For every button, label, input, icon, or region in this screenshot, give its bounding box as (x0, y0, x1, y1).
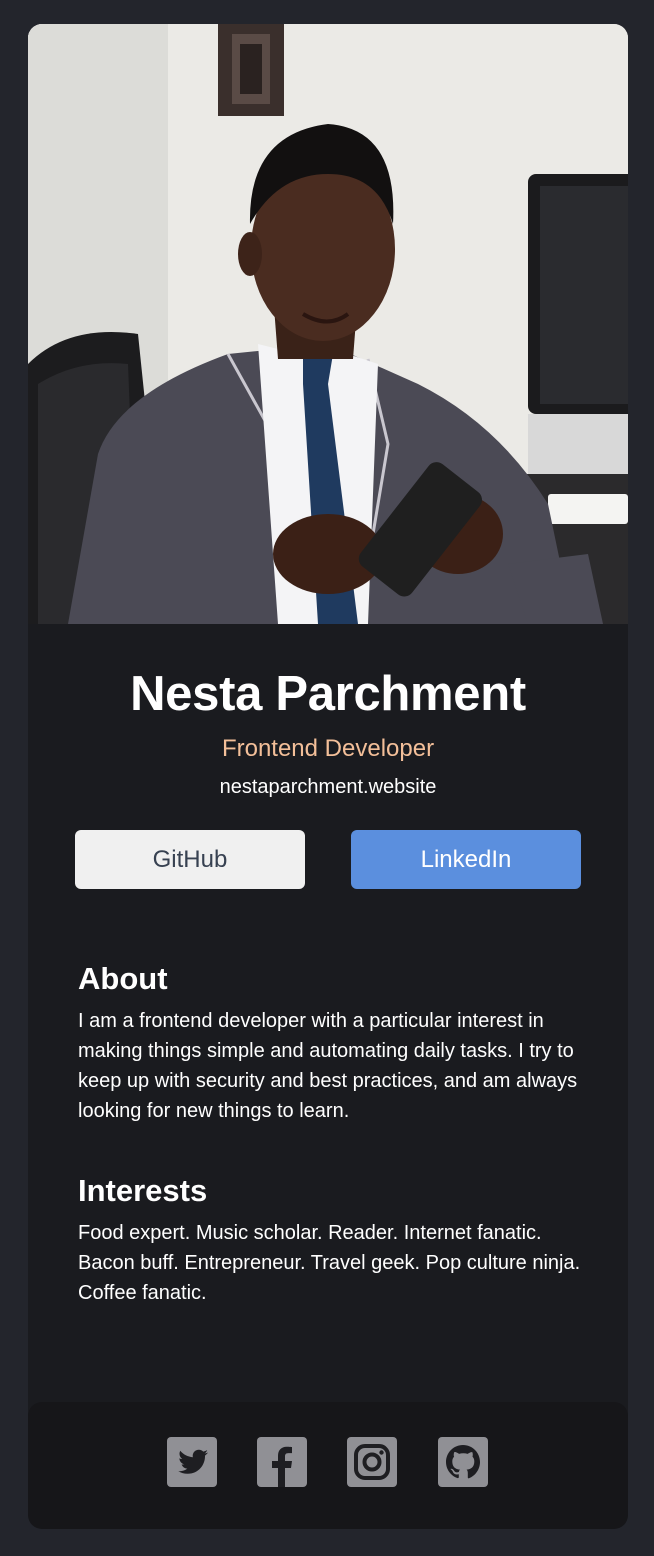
about-text: I am a frontend developer with a particu… (78, 1010, 578, 1122)
social-footer (28, 1402, 628, 1529)
instagram-icon[interactable] (347, 1437, 397, 1487)
profile-photo (28, 24, 628, 624)
about-section: About I am a frontend developer with a p… (78, 960, 588, 1126)
twitter-icon[interactable] (167, 1437, 217, 1487)
profile-role: Frontend Developer (221, 735, 435, 762)
about-heading: About (78, 961, 168, 996)
profile-card: Nesta Parchment Frontend Developer nesta… (28, 24, 628, 1529)
facebook-icon[interactable] (257, 1437, 307, 1487)
profile-name: Nesta Parchment (130, 667, 526, 721)
github-icon[interactable] (438, 1437, 488, 1487)
profile-website[interactable]: nestaparchment.website (28, 774, 628, 800)
github-button[interactable]: GitHub (75, 830, 305, 889)
interests-text: Food expert. Music scholar. Reader. Inte… (78, 1222, 581, 1304)
linkedin-button[interactable]: LinkedIn (351, 830, 581, 889)
interests-heading: Interests (78, 1173, 208, 1208)
interests-section: Interests Food expert. Music scholar. Re… (78, 1172, 588, 1308)
